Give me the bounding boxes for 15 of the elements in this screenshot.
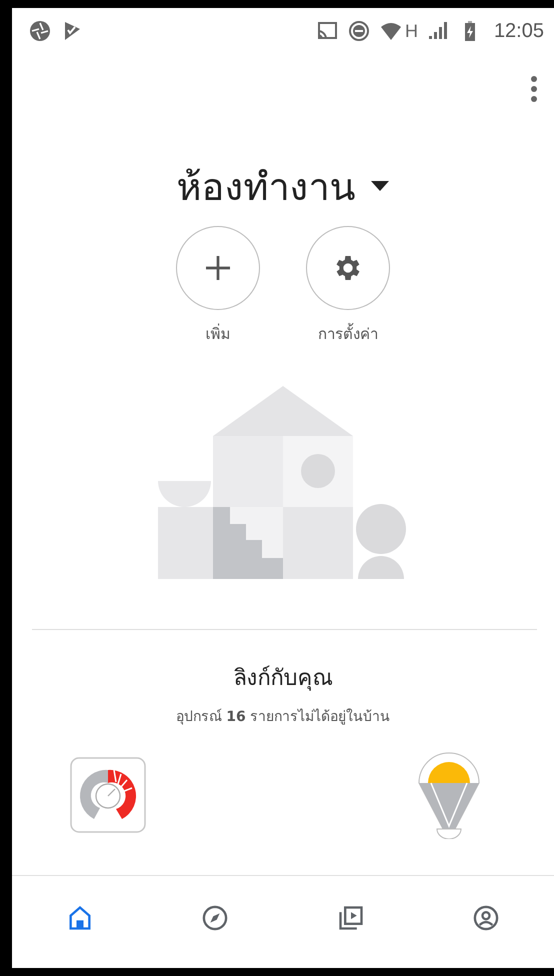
account-icon (472, 904, 500, 932)
action-label: เพิ่ม (206, 322, 230, 345)
room-title[interactable]: ห้องทำงาน (176, 156, 356, 216)
media-library-icon (336, 904, 365, 932)
caret-icon[interactable] (370, 180, 390, 192)
network-type: H (404, 20, 418, 42)
more-options-icon[interactable] (530, 75, 538, 103)
section-subtitle: อุปกรณ์ 16 รายการไม่ได้อยู่ในบ้าน (176, 708, 390, 727)
action-label: การตั้งค่า (318, 322, 378, 345)
do-not-disturb-icon (346, 19, 371, 43)
clock: 12:05 (494, 20, 544, 42)
speedometer-icon[interactable] (70, 757, 146, 833)
aperture-icon (28, 19, 52, 43)
section-heading: ลิงก์กับคุณ (234, 664, 332, 693)
compass-icon (201, 904, 230, 932)
